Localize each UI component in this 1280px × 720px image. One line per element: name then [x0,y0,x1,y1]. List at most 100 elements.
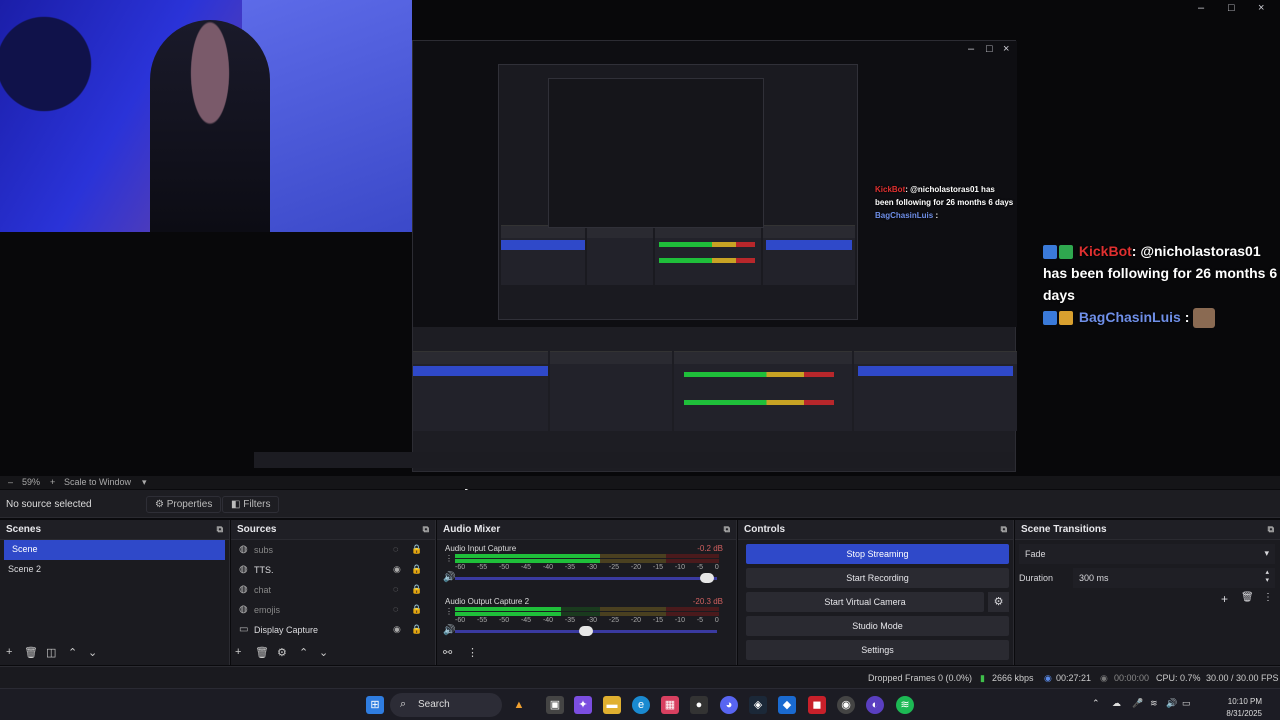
stop-streaming-button[interactable]: Stop Streaming [746,544,1009,564]
spotify-icon[interactable]: ≋ [896,696,914,714]
move-down-icon[interactable]: ⌄ [319,646,328,659]
scene-filters-icon[interactable]: ◫ [46,646,56,659]
taskbar-search[interactable]: ⌕ Search [390,693,502,717]
remove-scene-icon[interactable]: 🗑 [24,646,38,659]
chat-user-kickbot: KickBot [1078,243,1132,259]
lock-icon[interactable]: 🔒 [411,564,422,575]
edge-icon[interactable]: e [632,696,650,714]
volume-icon[interactable]: 🔊 [1166,698,1177,709]
controls-title: Controls [744,524,786,535]
calendar-app-icon[interactable]: ▦ [661,696,679,714]
transition-select[interactable]: Fade ▾ [1019,544,1275,564]
transitions-title: Scene Transitions [1021,524,1107,535]
hidden-icon[interactable]: ◌ [393,584,398,594]
popout-icon[interactable]: ⧉ [724,524,730,535]
speaker-icon[interactable]: 🔊 [443,625,455,636]
mini-taskbar [254,452,1014,468]
speaker-icon[interactable]: 🔊 [443,572,455,583]
hidden-icon[interactable]: ◌ [393,604,398,614]
battery-icon[interactable]: ▭ [1182,698,1191,709]
zoom-plus-icon[interactable]: + [50,477,55,487]
start-recording-button[interactable]: Start Recording [746,568,1009,588]
app-red-icon[interactable]: ◼ [808,696,826,714]
volume-knob[interactable] [699,573,714,583]
zoom-minus-icon[interactable]: – [8,477,13,487]
gear-icon: ⚙ [155,499,167,510]
popout-icon[interactable]: ⧉ [423,524,429,535]
remove-transition-icon[interactable]: 🗑 [1241,592,1254,603]
meter-tick: -45 [520,617,532,624]
copilot-icon[interactable]: ✦ [574,696,592,714]
source-item[interactable]: ◍ TTS. ◉ 🔒 [231,560,435,580]
source-item[interactable]: ▭ Display Capture ◉ 🔒 [231,620,435,640]
move-up-icon[interactable]: ⌃ [299,646,308,659]
source-properties-icon[interactable]: ⚙ [277,646,287,659]
app-blue-icon[interactable]: ◆ [778,696,796,714]
preview-canvas[interactable]: – □ × KickBot: @nicholastoras01 has been… [0,0,1280,476]
move-down-icon[interactable]: ⌄ [88,646,97,659]
taskbar-app-icon[interactable]: ▲ [510,696,528,714]
lock-icon[interactable]: 🔒 [411,544,422,555]
add-scene-icon[interactable]: + [6,646,12,658]
link-icon[interactable]: ⚯ [443,646,452,659]
steam-icon[interactable]: ◈ [749,696,767,714]
eye-icon[interactable]: ◉ [393,564,401,575]
clock[interactable]: 10:10 PM 8/31/2025 [1226,696,1262,720]
mixer-menu-icon[interactable]: ⋮ [467,646,478,659]
popout-icon[interactable]: ⧉ [1001,524,1007,535]
virtual-camera-settings-icon[interactable]: ⚙ [988,592,1009,612]
lock-icon[interactable]: 🔒 [411,624,422,635]
wifi-icon[interactable]: ≋ [1150,698,1158,709]
obs-icon[interactable]: ◉ [837,696,855,714]
status-bar: Dropped Frames 0 (0.0%) ▮ 2666 kbps ◉ 00… [0,666,1280,688]
scene-item[interactable]: Scene 2 [0,560,229,580]
volume-knob[interactable] [579,626,593,636]
window-minimize-icon[interactable]: – [1198,2,1204,14]
cloud-icon[interactable]: ☁ [1112,698,1121,709]
file-explorer-icon[interactable]: ▬ [603,696,621,714]
meter-tick: -60 [455,617,466,624]
dropped-frames: Dropped Frames 0 (0.0%) [868,673,973,683]
studio-mode-button[interactable]: Studio Mode [746,616,1009,636]
channel-menu-icon[interactable]: ⋮ [445,607,453,616]
add-source-icon[interactable]: + [235,646,241,658]
eye-icon[interactable]: ◉ [393,624,401,635]
popout-icon[interactable]: ⧉ [1268,524,1274,535]
transition-menu-icon[interactable]: ⋮ [1263,592,1273,603]
mic-icon[interactable]: 🎤 [1132,698,1143,709]
duration-input[interactable]: 300 ms ▴ ▾ [1073,568,1275,588]
level-meter [455,554,601,558]
source-item[interactable]: ◍ chat ◌ 🔒 [231,580,435,600]
chevron-down-icon[interactable]: ▾ [142,477,147,488]
start-virtual-camera-button[interactable]: Start Virtual Camera [746,592,984,612]
lock-icon[interactable]: 🔒 [411,584,422,595]
source-label: Display Capture [254,625,319,635]
lock-icon[interactable]: 🔒 [411,604,422,615]
hidden-icon[interactable]: ◌ [393,544,398,554]
spin-icon[interactable]: ▴ ▾ [1265,569,1269,585]
task-view-icon[interactable]: ▣ [546,696,564,714]
meter-tick: -55 [476,617,488,624]
source-item[interactable]: ◍ emojis ◌ 🔒 [231,600,435,620]
discord-icon[interactable]: ◕ [720,696,738,714]
popout-icon[interactable]: ⧉ [217,524,223,535]
window-close-icon[interactable]: × [1258,2,1264,14]
scene-item[interactable]: Scene [4,540,225,560]
stream-time: 00:27:21 [1056,673,1092,683]
remove-source-icon[interactable]: 🗑 [255,646,269,659]
pin-icon[interactable]: ● [690,696,708,714]
scale-to-window-select[interactable]: Scale to Window [64,477,131,487]
windows-start-icon[interactable]: ⊞ [366,696,384,714]
properties-button[interactable]: ⚙ Properties [146,496,222,513]
app-purple-icon[interactable]: ◐ [866,696,884,714]
add-transition-icon[interactable]: + [1221,592,1228,606]
volume-slider[interactable] [455,577,717,580]
channel-menu-icon[interactable]: ⋮ [445,554,453,563]
tray-overflow-icon[interactable]: ⌃ [1092,698,1100,709]
source-item[interactable]: ◍ subs ◌ 🔒 [231,540,435,560]
move-up-icon[interactable]: ⌃ [68,646,77,659]
window-maximize-icon[interactable]: □ [1228,2,1235,14]
filters-button[interactable]: ◧ Filters [222,496,280,513]
settings-button[interactable]: Settings [746,640,1009,660]
meter-tick: -30 [586,617,598,624]
